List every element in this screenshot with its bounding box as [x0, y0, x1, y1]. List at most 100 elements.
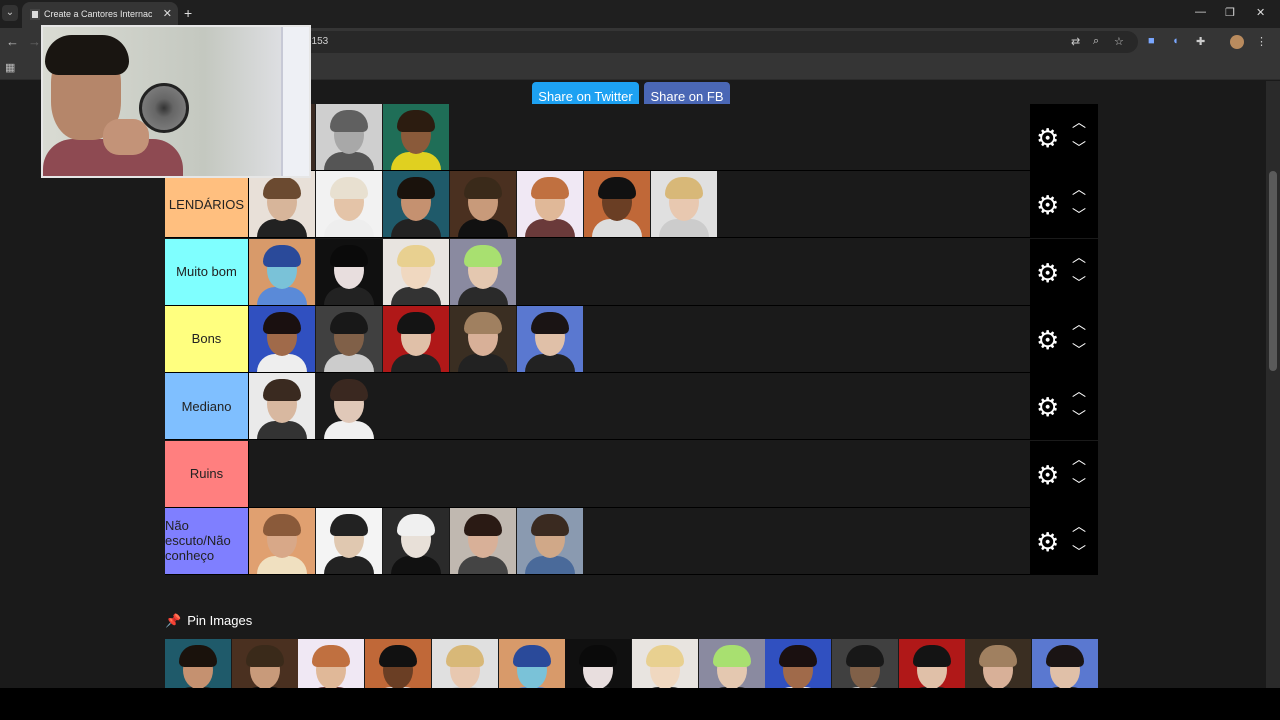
- tier-item-evanescence[interactable]: [316, 238, 382, 305]
- forward-button[interactable]: →: [28, 34, 41, 49]
- tier-item-guns-roses[interactable]: [517, 171, 583, 238]
- tier-item-bon-jovi[interactable]: [450, 305, 516, 372]
- portrait-hair: [379, 645, 418, 667]
- pin-icon: 📌: [165, 613, 182, 628]
- chevron-down-icon[interactable]: ﹀: [1072, 273, 1086, 293]
- gear-icon[interactable]: ⚙: [1036, 462, 1059, 488]
- tier-item-billy-joel[interactable]: [316, 507, 382, 574]
- tier-item-ariana-grande[interactable]: [316, 373, 382, 440]
- close-window-button[interactable]: ✕: [1256, 6, 1265, 19]
- tier-item-charlie-puth[interactable]: [365, 639, 432, 688]
- chevron-up-icon[interactable]: ︿: [1072, 179, 1086, 199]
- tier-item-bruno-mars[interactable]: [383, 171, 449, 238]
- profile-avatar[interactable]: [1230, 35, 1244, 49]
- tier-item-gorillaz[interactable]: [249, 238, 315, 305]
- chevron-up-icon[interactable]: ︿: [1072, 516, 1086, 536]
- translate-icon[interactable]: ⇄: [1071, 35, 1080, 48]
- gear-icon[interactable]: ⚙: [1036, 260, 1059, 286]
- portrait-torso: [391, 219, 441, 238]
- chevron-up-icon[interactable]: ︿: [1072, 381, 1086, 401]
- tier-item-bee-gees[interactable]: [249, 507, 315, 574]
- tier-item-elton-john[interactable]: [1032, 639, 1099, 688]
- tier-items-dropzone[interactable]: [249, 238, 1030, 305]
- tier-label[interactable]: Não escuto/Não conheço: [165, 507, 248, 574]
- tier-item-dan-reynolds[interactable]: [631, 639, 698, 688]
- tier-label[interactable]: Mediano: [165, 373, 248, 440]
- tier-items-dropzone[interactable]: [249, 104, 1030, 170]
- tier-item-panic-disco[interactable]: [517, 305, 583, 372]
- chevron-down-icon[interactable]: ﹀: [1072, 407, 1086, 427]
- tier-item-blondie[interactable]: [383, 507, 449, 574]
- tier-item-avicii[interactable]: [316, 171, 382, 238]
- tier-items-dropzone[interactable]: [249, 373, 1030, 440]
- portrait-torso: [525, 219, 575, 238]
- translate-extension-icon[interactable]: ■: [1148, 35, 1155, 47]
- tier-item-chuck-berry[interactable]: [498, 639, 565, 688]
- tier-item-50-cent[interactable]: [316, 305, 382, 372]
- tier-item-bono[interactable]: [450, 507, 516, 574]
- tier-items-dropzone[interactable]: [249, 305, 1030, 372]
- tier-item-bob-marley[interactable]: [383, 104, 449, 170]
- chevron-down-icon[interactable]: ﹀: [1072, 475, 1086, 495]
- tier-row: Ruins ⚙ ︿ ﹀: [165, 440, 1098, 508]
- portrait-torso: [324, 286, 374, 305]
- chevron-down-icon[interactable]: ﹀: [1072, 542, 1086, 562]
- gear-icon[interactable]: ⚙: [1036, 192, 1059, 218]
- zoom-icon[interactable]: ⌕: [1093, 35, 1099, 48]
- tier-item-green-day[interactable]: [383, 305, 449, 372]
- tier-items-dropzone[interactable]: [249, 507, 1030, 574]
- chevron-down-icon[interactable]: ﹀: [1072, 340, 1086, 360]
- tier-item-ceelo[interactable]: [298, 639, 365, 688]
- tier-item-david-bowie[interactable]: [698, 639, 765, 688]
- tier-item-beyonce-bw[interactable]: [316, 104, 382, 170]
- minimize-button[interactable]: —: [1195, 6, 1206, 18]
- gear-icon[interactable]: ⚙: [1036, 327, 1059, 353]
- tier-item-akon[interactable]: [584, 171, 650, 238]
- tier-item-bruce-springsteen[interactable]: [517, 507, 583, 574]
- browser-menu-icon[interactable]: ⋮: [1256, 35, 1267, 48]
- apps-grid-icon[interactable]: ▦: [5, 61, 15, 74]
- back-button[interactable]: ←: [6, 34, 19, 49]
- tier-item-carly[interactable]: [231, 639, 298, 688]
- gear-icon[interactable]: ⚙: [1036, 529, 1059, 555]
- tier-item-drake[interactable]: [832, 639, 898, 688]
- tier-item-ed-sheeran[interactable]: [965, 639, 1032, 688]
- portrait-hair: [330, 311, 368, 334]
- tier-label[interactable]: Bons: [165, 305, 248, 372]
- chevron-up-icon[interactable]: ︿: [1072, 247, 1086, 267]
- tier-item-coldplay[interactable]: [431, 639, 498, 688]
- chevron-up-icon[interactable]: ︿: [1072, 314, 1086, 334]
- tier-label[interactable]: Muito bom: [165, 238, 248, 305]
- tier-items-dropzone[interactable]: [249, 171, 1030, 238]
- new-tab-button[interactable]: +: [184, 5, 192, 21]
- gear-icon[interactable]: ⚙: [1036, 125, 1059, 151]
- scroll-thumb[interactable]: [1269, 171, 1277, 371]
- bookmark-star-icon[interactable]: ☆: [1114, 35, 1124, 48]
- gear-icon[interactable]: ⚙: [1036, 394, 1059, 420]
- tier-item-adele[interactable]: [249, 171, 315, 238]
- chevron-down-icon[interactable]: ﹀: [1072, 205, 1086, 225]
- tier-item-alicia-keys[interactable]: [249, 305, 315, 372]
- tier-item-demi-lovato[interactable]: [765, 639, 832, 688]
- tier-item-cyndi-lauper[interactable]: [565, 639, 632, 688]
- chevron-down-icon[interactable]: ﹀: [1072, 138, 1086, 158]
- tier-label[interactable]: Ruins: [165, 440, 248, 507]
- tier-item-adam-levine[interactable]: [249, 373, 315, 440]
- restore-button[interactable]: ❐: [1225, 6, 1235, 19]
- tab-close-icon[interactable]: ✕: [163, 7, 172, 20]
- page-scrollbar[interactable]: [1266, 81, 1280, 688]
- portrait-torso: [324, 219, 374, 238]
- tier-item-acdc[interactable]: [450, 171, 516, 238]
- tier-item-avril[interactable]: [383, 238, 449, 305]
- tier-items-dropzone[interactable]: [249, 440, 1030, 507]
- tier-item-camila[interactable]: [165, 639, 231, 688]
- tier-label[interactable]: LENDÁRIOS: [165, 171, 248, 238]
- chevron-up-icon[interactable]: ︿: [1072, 112, 1086, 132]
- tier-item-billie-eilish[interactable]: [450, 238, 516, 305]
- audio-extension-icon[interactable]: ◖: [1172, 35, 1179, 47]
- chevron-up-icon[interactable]: ︿: [1072, 449, 1086, 469]
- extensions-puzzle-icon[interactable]: ✚: [1196, 35, 1205, 48]
- tier-item-britney[interactable]: [651, 171, 717, 238]
- tier-item-dua-lipa[interactable]: [898, 639, 965, 688]
- tab-search-button[interactable]: ⌄: [2, 5, 18, 21]
